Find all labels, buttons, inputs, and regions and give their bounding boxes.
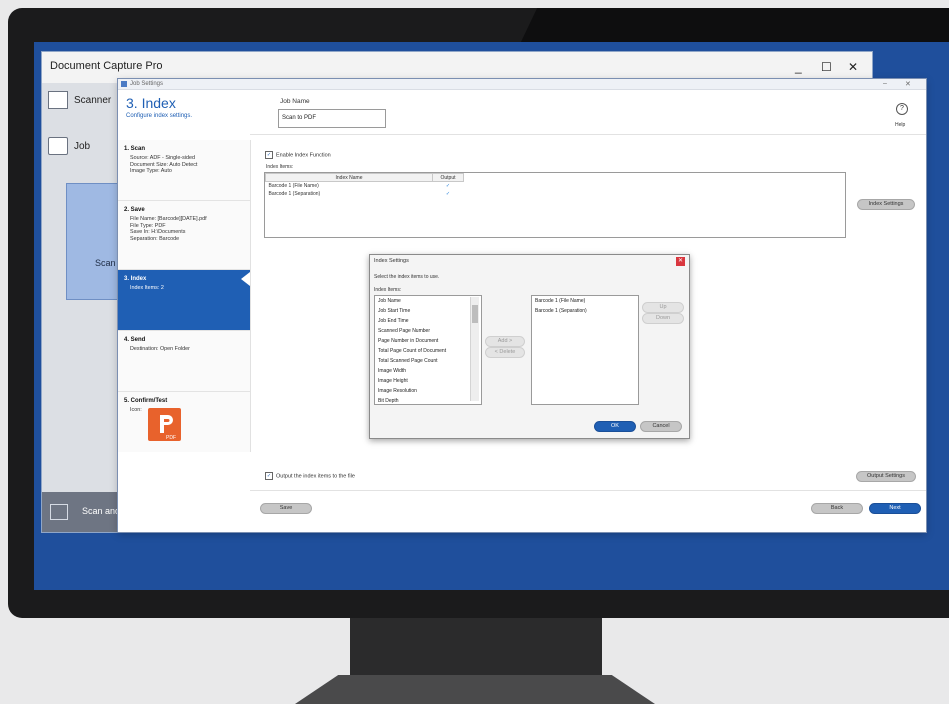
job-label: Job: [74, 140, 91, 152]
list-item[interactable]: Image Resolution: [375, 386, 481, 396]
help-icon[interactable]: ?: [896, 103, 908, 115]
dialog-minimize-button[interactable]: –: [883, 80, 887, 87]
step-scan-desc: Source: ADF - Single-sided Document Size…: [130, 155, 198, 174]
index-settings-button[interactable]: Index Settings: [857, 199, 915, 210]
step-send[interactable]: 4. Send Destination: Open Folder: [118, 331, 250, 392]
step-confirm[interactable]: 5. Confirm/Test Icon:: [118, 392, 250, 452]
scan-and-bar[interactable]: Scan and: [42, 492, 122, 532]
list-item[interactable]: Barcode 1 (Separation): [532, 306, 638, 316]
available-items-list[interactable]: Job Name Job Start Time Job End Time Scanne…: [374, 295, 482, 405]
back-button[interactable]: Back: [811, 503, 863, 514]
up-button[interactable]: Up: [642, 302, 684, 313]
dialog-title: Job Settings: [130, 81, 164, 87]
list-item[interactable]: Job Start Time: [375, 306, 481, 316]
popup-items-label: Index Items:: [374, 287, 402, 293]
scan-tile[interactable]: Scan: [66, 183, 124, 300]
job-row[interactable]: Job: [48, 137, 90, 155]
col-output: Output: [432, 173, 464, 182]
job-name-label: Job Name: [280, 98, 310, 105]
popup-instruction: Select the index items to use.: [374, 274, 440, 280]
popup-close-icon[interactable]: ✕: [676, 257, 685, 266]
list-item[interactable]: Total Scanned Page Count: [375, 356, 481, 366]
header-divider: [250, 134, 926, 135]
job-name-value: Scan to PDF: [282, 115, 317, 121]
add-button[interactable]: Add >: [485, 336, 525, 347]
steps-sidebar: 1. Scan Source: ADF - Single-sided Docum…: [118, 140, 251, 452]
scan-and-label: Scan and: [82, 506, 121, 516]
step-send-desc: Destination: Open Folder: [130, 346, 190, 352]
ok-button[interactable]: OK: [594, 421, 636, 432]
footer-divider: [250, 490, 926, 491]
output-settings-button[interactable]: Output Settings: [856, 471, 916, 482]
step-index-title: 3. Index: [124, 276, 147, 282]
list-scrollbar[interactable]: [470, 297, 479, 401]
list-item[interactable]: Scanned Page Number: [375, 326, 481, 336]
step-scan[interactable]: 1. Scan Source: ADF - Single-sided Docum…: [118, 140, 250, 201]
maximize-button[interactable]: ☐: [821, 60, 832, 74]
bezel-shadow: [520, 8, 949, 44]
minimize-button[interactable]: _: [795, 60, 802, 74]
popup-title: Index Settings: [374, 258, 409, 264]
job-icon: [48, 137, 68, 155]
app-title: Document Capture Pro: [50, 60, 163, 72]
close-button[interactable]: ✕: [848, 60, 858, 74]
table-row[interactable]: Barcode 1 (File Name) ✓: [266, 182, 464, 191]
step-header-subtitle: Configure index settings.: [126, 113, 193, 119]
list-item[interactable]: Barcode 1 (File Name): [532, 296, 638, 306]
scrollbar-thumb[interactable]: [472, 305, 478, 323]
svg-text:PDF: PDF: [166, 435, 176, 441]
help-label[interactable]: Help: [895, 122, 905, 128]
scan-and-icon: [50, 504, 68, 520]
list-item[interactable]: Bit Depth: [375, 396, 481, 404]
down-button[interactable]: Down: [642, 313, 684, 324]
list-item[interactable]: Job Name: [375, 296, 481, 306]
row-name: Barcode 1 (Separation): [268, 191, 321, 197]
step-confirm-title: 5. Confirm/Test: [124, 398, 168, 404]
output-index-label: Output the index items to the file: [276, 473, 355, 480]
row-name: Barcode 1 (File Name): [268, 183, 319, 189]
selected-items-list[interactable]: Barcode 1 (File Name) Barcode 1 (Separati…: [531, 295, 639, 405]
step-index-desc: Index Items: 2: [130, 285, 164, 291]
cancel-button[interactable]: Cancel: [640, 421, 682, 432]
dialog-close-button[interactable]: ✕: [905, 80, 911, 88]
list-item[interactable]: Job End Time: [375, 316, 481, 326]
col-index-name: Index Name: [265, 173, 433, 182]
dialog-app-icon: [121, 81, 127, 87]
step-header-title: 3. Index: [126, 95, 176, 111]
list-item[interactable]: Total Page Count of Document: [375, 346, 481, 356]
list-item[interactable]: Image Height: [375, 376, 481, 386]
output-check-icon: ✓: [445, 183, 451, 189]
step-save-title: 2. Save: [124, 207, 145, 213]
step-scan-title: 1. Scan: [124, 146, 146, 152]
output-index-checkbox[interactable]: ✓: [265, 472, 273, 480]
scanner-row[interactable]: Scanner: [48, 91, 111, 109]
list-item[interactable]: Image Width: [375, 366, 481, 376]
step-send-title: 4. Send: [124, 337, 146, 343]
scan-tile-label: Scan: [95, 258, 116, 268]
save-button[interactable]: Save: [260, 503, 312, 514]
enable-index-checkbox[interactable]: ✓: [265, 151, 273, 159]
step-index[interactable]: 3. Index Index Items: 2: [118, 270, 250, 331]
scanner-icon: [48, 91, 68, 109]
pdf-icon: PDF: [148, 408, 181, 441]
step-save[interactable]: 2. Save File Name: [Barcode][DATE].pdf F…: [118, 201, 250, 270]
monitor-stand-neck: [350, 618, 602, 678]
monitor-stand-base: [295, 675, 655, 704]
job-name-input[interactable]: Scan to PDF: [278, 109, 386, 128]
index-items-label: Index Items:: [266, 164, 294, 170]
step-save-desc: File Name: [Barcode][DATE].pdf File Type…: [130, 216, 207, 242]
dialog-titlebar: [118, 79, 926, 90]
index-items-table: Index Name Output Barcode 1 (File Name) ✓ …: [264, 172, 846, 238]
delete-button[interactable]: < Delete: [485, 347, 525, 358]
enable-index-row[interactable]: ✓ Enable Index Function: [265, 151, 331, 159]
enable-index-label: Enable Index Function: [276, 152, 331, 159]
table-row[interactable]: Barcode 1 (Separation) ✓: [266, 190, 464, 198]
active-step-pointer: [241, 272, 250, 286]
output-index-row[interactable]: ✓ Output the index items to the file: [265, 472, 355, 480]
next-button[interactable]: Next: [869, 503, 921, 514]
output-check-icon: ✓: [445, 191, 451, 197]
list-item[interactable]: Page Number in Document: [375, 336, 481, 346]
scanner-label: Scanner: [74, 94, 112, 106]
